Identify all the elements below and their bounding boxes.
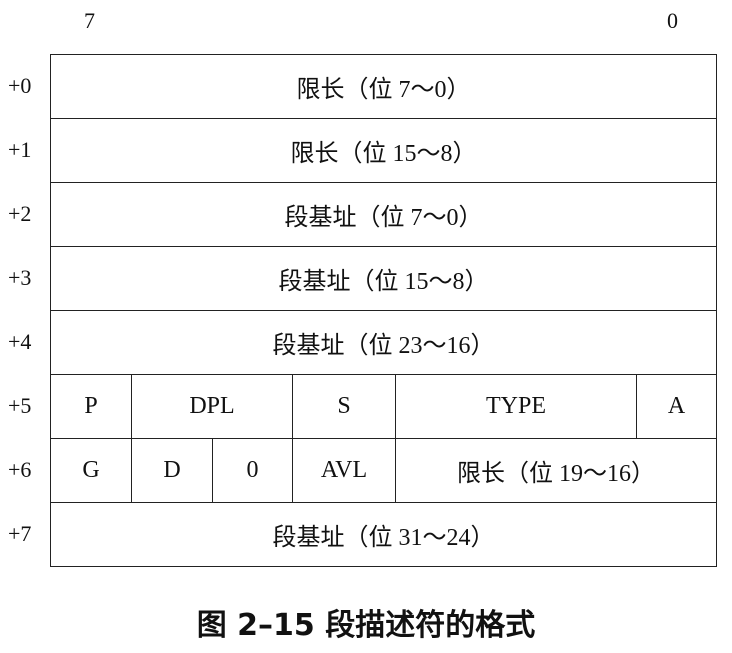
descriptor-table: 限长（位 7～0） 限长（位 15～8） 段基址（位 7～0） 段基址（位 15…	[50, 54, 717, 567]
s-bit-cell: S	[293, 375, 396, 439]
avl-bit-cell: AVL	[293, 439, 396, 503]
descriptor-row: 段基址（位 23～16）	[51, 311, 717, 375]
d-bit-cell: D	[132, 439, 213, 503]
descriptor-row: 段基址（位 31～24）	[51, 503, 717, 567]
descriptor-row: 限长（位 15～8）	[51, 119, 717, 183]
row-offset-3: +3	[8, 265, 32, 290]
bit-label-low: 0	[667, 8, 678, 33]
descriptor-row: 段基址（位 7～0）	[51, 183, 717, 247]
descriptor-row: P DPL S TYPE A	[51, 375, 717, 439]
a-bit-cell: A	[637, 375, 717, 439]
p-bit-cell: P	[51, 375, 132, 439]
base-high-cell: 段基址（位 23～16）	[51, 311, 717, 375]
row-offset-0: +0	[8, 73, 32, 98]
base-low-cell: 段基址（位 7～0）	[51, 183, 717, 247]
dpl-cell: DPL	[132, 375, 293, 439]
limit-high-cell: 限长（位 19～16）	[396, 439, 717, 503]
limit-mid-cell: 限长（位 15～8）	[51, 119, 717, 183]
row-offset-5: +5	[8, 393, 32, 418]
base-mid-cell: 段基址（位 15～8）	[51, 247, 717, 311]
zero-bit-cell: 0	[213, 439, 293, 503]
row-offset-1: +1	[8, 137, 32, 162]
row-offset-7: +7	[8, 521, 32, 546]
type-cell: TYPE	[396, 375, 637, 439]
g-bit-cell: G	[51, 439, 132, 503]
descriptor-row: G D 0 AVL 限长（位 19～16）	[51, 439, 717, 503]
row-offset-4: +4	[8, 329, 32, 354]
figure-caption: 图 2–15 段描述符的格式	[196, 608, 536, 643]
row-offset-2: +2	[8, 201, 32, 226]
row-offset-6: +6	[8, 457, 32, 482]
descriptor-row: 限长（位 7～0）	[51, 55, 717, 119]
bit-label-high: 7	[84, 8, 95, 33]
descriptor-row: 段基址（位 15～8）	[51, 247, 717, 311]
base-top-cell: 段基址（位 31～24）	[51, 503, 717, 567]
limit-low-cell: 限长（位 7～0）	[51, 55, 717, 119]
